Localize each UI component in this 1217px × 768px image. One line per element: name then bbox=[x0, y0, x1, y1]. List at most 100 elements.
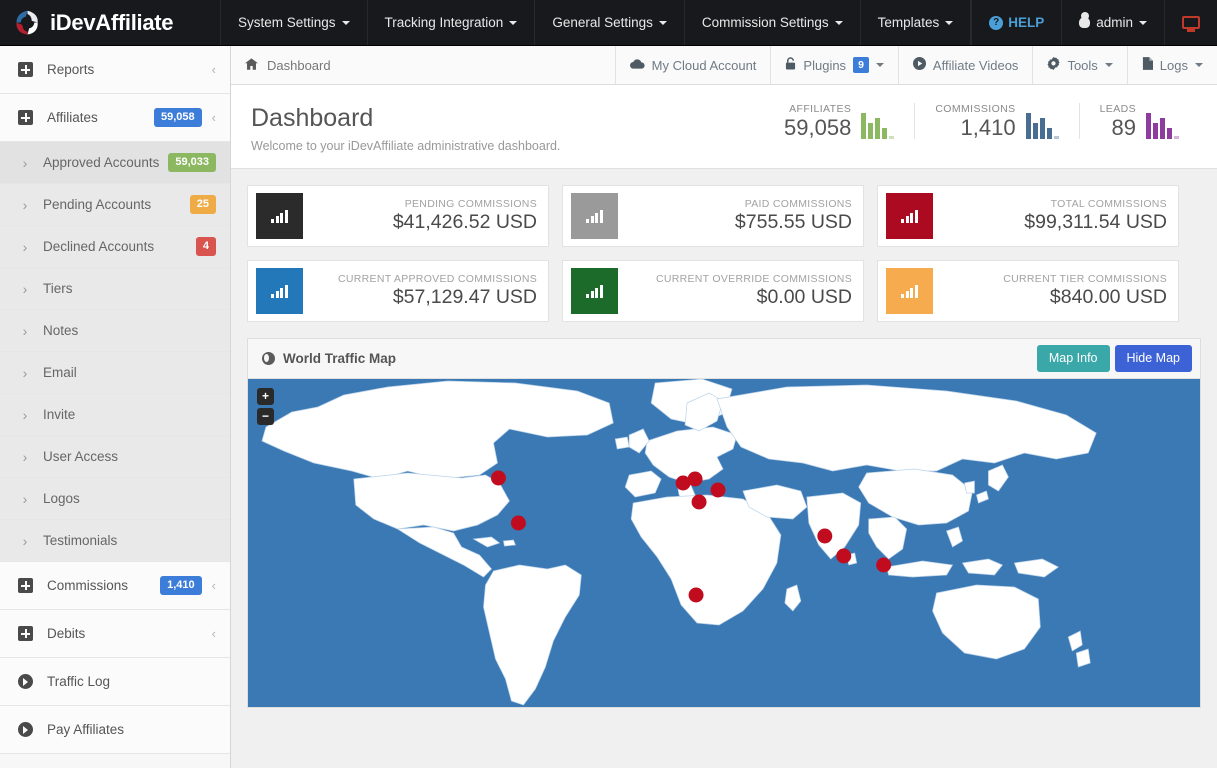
stat-label: LEADS bbox=[1100, 103, 1136, 115]
sidebar-item-commissions[interactable]: Commissions 1,410 ‹ bbox=[0, 562, 230, 610]
world-map-svg bbox=[248, 379, 1200, 707]
plugins-button[interactable]: Plugins 9 bbox=[770, 46, 897, 84]
stat-card-current-tier-commissions[interactable]: CURRENT TIER COMMISSIONS $840.00 USD bbox=[877, 260, 1179, 322]
map-marker[interactable] bbox=[817, 529, 832, 544]
sidebar-item-declined-accounts[interactable]: › Declined Accounts 4 bbox=[0, 226, 230, 268]
sidebar-item-approved-accounts[interactable]: › Approved Accounts 59,033 bbox=[0, 142, 230, 184]
brand-name: iDevAffiliate bbox=[50, 10, 173, 36]
sidebar-item-traffic-log[interactable]: Traffic Log bbox=[0, 658, 230, 706]
map-marker[interactable] bbox=[692, 495, 707, 510]
sidebar-item-reports[interactable]: Reports ‹ bbox=[0, 46, 230, 94]
map-marker[interactable] bbox=[491, 471, 506, 486]
gear-icon bbox=[1047, 57, 1060, 73]
stat-card-current-approved-commissions[interactable]: CURRENT APPROVED COMMISSIONS $57,129.47 … bbox=[247, 260, 549, 322]
nav-item-general-settings[interactable]: General Settings bbox=[535, 0, 685, 45]
sidebar-item-invite[interactable]: › Invite bbox=[0, 394, 230, 436]
arrow-circle-icon bbox=[18, 722, 33, 737]
breadcrumb-bar: Dashboard My Cloud Account Plugins 9 bbox=[231, 46, 1217, 85]
sidebar-item-tiers[interactable]: › Tiers bbox=[0, 268, 230, 310]
nav-item-templates[interactable]: Templates bbox=[861, 0, 972, 45]
header-stat-leads: LEADS 89 bbox=[1079, 103, 1199, 139]
chevron-right-icon: › bbox=[18, 198, 32, 212]
sparkline-affiliates bbox=[861, 109, 894, 139]
plus-square-icon bbox=[18, 110, 33, 125]
status-badge: 1,410 bbox=[160, 576, 202, 594]
map-marker[interactable] bbox=[876, 558, 891, 573]
action-label: Affiliate Videos bbox=[933, 58, 1019, 73]
sidebar-item-label: Approved Accounts bbox=[43, 155, 168, 170]
lock-icon bbox=[785, 57, 796, 73]
sidebar-item-pending-accounts[interactable]: › Pending Accounts 25 bbox=[0, 184, 230, 226]
stat-card-value: $0.00 USD bbox=[757, 286, 852, 309]
user-menu[interactable]: admin bbox=[1062, 0, 1165, 45]
map-info-button[interactable]: Map Info bbox=[1037, 345, 1110, 372]
sidebar-item-notes[interactable]: › Notes bbox=[0, 310, 230, 352]
monitor-icon bbox=[1182, 16, 1200, 29]
breadcrumb-actions: My Cloud Account Plugins 9 Affiliate Vid… bbox=[615, 46, 1217, 84]
bar-chart-icon bbox=[256, 268, 303, 314]
tools-button[interactable]: Tools bbox=[1032, 46, 1126, 84]
chevron-right-icon: › bbox=[18, 156, 32, 170]
preview-site-button[interactable] bbox=[1165, 0, 1217, 45]
action-label: Tools bbox=[1067, 58, 1097, 73]
map-canvas[interactable]: + − bbox=[248, 379, 1200, 707]
stat-card-value: $99,311.54 USD bbox=[1024, 211, 1167, 234]
header-stat-commissions: COMMISSIONS 1,410 bbox=[914, 103, 1078, 139]
chevron-right-icon: › bbox=[18, 282, 32, 296]
page-subtitle: Welcome to your iDevAffiliate administra… bbox=[251, 139, 560, 153]
bar-chart-icon bbox=[886, 268, 933, 314]
stat-value: 89 bbox=[1100, 116, 1136, 139]
chevron-left-icon: ‹ bbox=[212, 110, 216, 125]
sidebar-item-testimonials[interactable]: › Testimonials bbox=[0, 520, 230, 562]
map-marker[interactable] bbox=[689, 588, 704, 603]
stat-card-pending-commissions[interactable]: PENDING COMMISSIONS $41,426.52 USD bbox=[247, 185, 549, 247]
sidebar-item-affiliates[interactable]: Affiliates 59,058 ‹ bbox=[0, 94, 230, 142]
my-cloud-account-button[interactable]: My Cloud Account bbox=[615, 46, 771, 84]
brand[interactable]: iDevAffiliate bbox=[0, 0, 220, 45]
sidebar-item-label: User Access bbox=[43, 449, 216, 464]
stat-card-total-commissions[interactable]: TOTAL COMMISSIONS $99,311.54 USD bbox=[877, 185, 1179, 247]
help-button[interactable]: ? HELP bbox=[971, 0, 1062, 45]
stat-card-paid-commissions[interactable]: PAID COMMISSIONS $755.55 USD bbox=[562, 185, 864, 247]
header-stats: AFFILIATES 59,058 COMMISSIONS 1,410 bbox=[764, 103, 1199, 139]
sidebar-item-label: Traffic Log bbox=[47, 674, 216, 689]
map-marker[interactable] bbox=[688, 472, 703, 487]
map-zoom-out-button[interactable]: − bbox=[257, 408, 274, 425]
stat-label: COMMISSIONS bbox=[935, 103, 1015, 115]
arrow-circle-icon bbox=[18, 674, 33, 689]
chevron-down-icon bbox=[876, 63, 884, 67]
stat-card-value: $57,129.47 USD bbox=[393, 286, 537, 309]
stat-card-current-override-commissions[interactable]: CURRENT OVERRIDE COMMISSIONS $0.00 USD bbox=[562, 260, 864, 322]
map-marker[interactable] bbox=[711, 483, 726, 498]
chevron-left-icon: ‹ bbox=[212, 626, 216, 641]
help-label: HELP bbox=[1008, 15, 1044, 30]
map-panel-title-block: World Traffic Map bbox=[262, 351, 396, 366]
user-label: admin bbox=[1096, 15, 1133, 30]
plus-square-icon bbox=[18, 578, 33, 593]
chevron-down-icon bbox=[342, 21, 350, 25]
chevron-down-icon bbox=[1139, 21, 1147, 25]
map-marker[interactable] bbox=[836, 549, 851, 564]
map-zoom-in-button[interactable]: + bbox=[257, 388, 274, 405]
hide-map-button[interactable]: Hide Map bbox=[1115, 345, 1193, 372]
chevron-down-icon bbox=[945, 21, 953, 25]
action-label: Plugins bbox=[803, 58, 846, 73]
stat-card-label: TOTAL COMMISSIONS bbox=[1051, 198, 1167, 210]
action-label: Logs bbox=[1160, 58, 1188, 73]
stat-card-grid: PENDING COMMISSIONS $41,426.52 USD PAID … bbox=[231, 169, 1217, 338]
sidebar-item-logos[interactable]: › Logos bbox=[0, 478, 230, 520]
chevron-down-icon bbox=[1195, 63, 1203, 67]
sidebar-item-debits[interactable]: Debits ‹ bbox=[0, 610, 230, 658]
sidebar-item-email[interactable]: › Email bbox=[0, 352, 230, 394]
stat-card-value: $755.55 USD bbox=[735, 211, 852, 234]
map-panel-title: World Traffic Map bbox=[283, 351, 396, 366]
sidebar-item-user-access[interactable]: › User Access bbox=[0, 436, 230, 478]
nav-item-commission-settings[interactable]: Commission Settings bbox=[685, 0, 861, 45]
logs-button[interactable]: Logs bbox=[1127, 46, 1217, 84]
stat-value: 1,410 bbox=[935, 116, 1015, 139]
nav-item-system-settings[interactable]: System Settings bbox=[220, 0, 368, 45]
nav-item-tracking-integration[interactable]: Tracking Integration bbox=[368, 0, 536, 45]
affiliate-videos-button[interactable]: Affiliate Videos bbox=[898, 46, 1033, 84]
sidebar-item-pay-affiliates[interactable]: Pay Affiliates bbox=[0, 706, 230, 754]
map-marker[interactable] bbox=[511, 516, 526, 531]
